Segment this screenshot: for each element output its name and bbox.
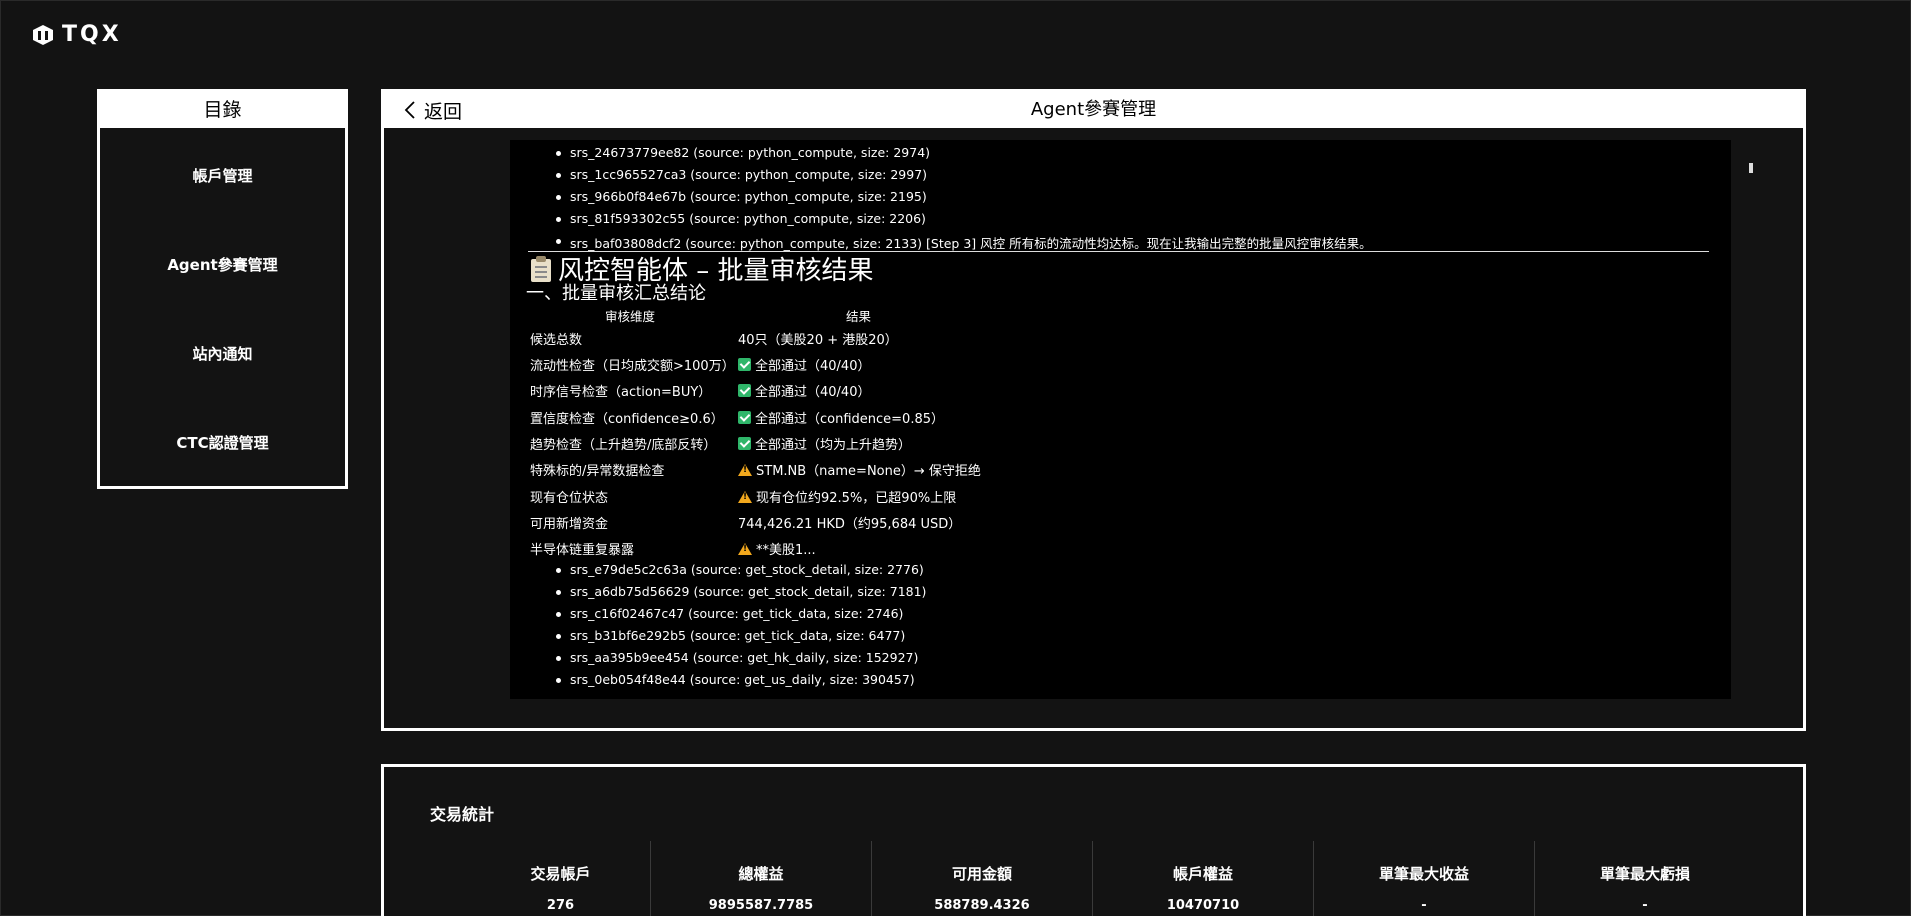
check-icon	[738, 384, 751, 397]
table-cell: 744,426.21 HKD（约95,684 USD）	[738, 517, 962, 532]
stats-value: 588789.4326	[934, 898, 1030, 913]
sidebar-title: 目錄	[100, 92, 345, 128]
stats-value: -	[1421, 898, 1427, 913]
stats-column: 帳戶權益 10470710	[1092, 841, 1313, 916]
list-item: srs_81f593302c55 (source: python_compute…	[556, 211, 926, 226]
table-cell: 现有仓位约92.5%，已超90%上限	[756, 491, 957, 506]
sidebar-item-account-management[interactable]: 帳戶管理	[100, 165, 345, 186]
table-row-value: 全部通过（40/40）	[738, 355, 870, 374]
sidebar-item-agent-competition[interactable]: Agent參賽管理	[100, 254, 345, 275]
scrollbar-thumb[interactable]	[1749, 163, 1753, 173]
back-label: 返回	[424, 100, 463, 123]
table-row-key: 置信度检查（confidence≥0.6）	[530, 412, 724, 427]
table-cell: 全部通过（confidence=0.85）	[755, 412, 945, 427]
stats-column: 可用金額 588789.4326	[871, 841, 1092, 916]
sidebar: 目錄 帳戶管理 Agent參賽管理 站內通知 CTC認證管理	[97, 89, 348, 489]
table-row-value: 744,426.21 HKD（约95,684 USD）	[738, 513, 961, 532]
table-row-value: **美股1...	[738, 539, 816, 558]
check-icon	[738, 437, 751, 450]
check-icon	[738, 358, 751, 371]
table-cell: 全部通过（40/40）	[755, 385, 871, 400]
table-row-key: 半导体链重复暴露	[530, 543, 635, 558]
sidebar-item-notifications[interactable]: 站內通知	[100, 343, 345, 364]
table-row-value: 全部通过（confidence=0.85）	[738, 408, 944, 427]
warning-icon	[738, 490, 752, 503]
table-row-value: STM.NB（name=None）→ 保守拒绝	[738, 460, 981, 479]
agent-competition-panel: 返回 Agent參賽管理 srs_24673779ee82 (source: p…	[381, 89, 1806, 731]
list-item: srs_24673779ee82 (source: python_compute…	[555, 145, 931, 160]
panel-header: 返回 Agent參賽管理	[384, 92, 1803, 128]
list-item: srs_1cc965527ca3 (source: python_compute…	[555, 167, 928, 182]
table-row-value: 现有仓位约92.5%，已超90%上限	[738, 487, 956, 506]
tqx-logo-icon	[33, 24, 53, 45]
stats-column: 單筆最大收益 -	[1313, 841, 1534, 916]
warning-icon	[738, 542, 752, 555]
chevron-left-icon	[404, 101, 415, 119]
list-item: srs_a6db75d56629 (source: get_stock_deta…	[555, 584, 927, 599]
stats-column: 交易帳戶 276	[450, 841, 671, 916]
table-header-dimension: 审核维度	[605, 309, 656, 324]
stats-column: 單筆最大虧損 -	[1534, 841, 1755, 916]
stats-label: 單筆最大虧損	[1599, 865, 1690, 883]
table-row-key: 时序信号检查（action=BUY）	[530, 385, 712, 400]
stats-value: 276	[546, 898, 575, 913]
table-row-key: 特殊标的/异常数据检查	[530, 464, 665, 479]
table-row-value: 全部通过（40/40）	[738, 381, 870, 400]
stats-label: 單筆最大收益	[1378, 865, 1469, 883]
agent-log-content[interactable]: srs_24673779ee82 (source: python_compute…	[510, 140, 1731, 699]
table-cell: 全部通过（40/40）	[755, 359, 871, 374]
table-cell: **美股1...	[756, 543, 816, 558]
back-button[interactable]: 返回	[404, 92, 462, 128]
warning-icon	[738, 463, 752, 476]
panel-title: Agent參賽管理	[1030, 99, 1157, 120]
table-row-key: 可用新增资金	[530, 517, 609, 532]
stats-label: 帳戶權益	[1172, 865, 1233, 883]
table-row-key: 流动性检查（日均成交额>100万）	[530, 359, 735, 374]
list-item: srs_e79de5c2c63a (source: get_stock_deta…	[556, 562, 924, 577]
brand-name: TQX	[62, 22, 122, 47]
stats-value: 9895587.7785	[708, 898, 814, 913]
stats-label: 交易帳戶	[530, 865, 591, 883]
stats-label: 可用金額	[951, 865, 1012, 883]
brand-logo[interactable]: TQX	[32, 22, 122, 47]
table-header-result: 结果	[846, 309, 872, 324]
list-item: srs_966b0f84e67b (source: python_compute…	[556, 189, 927, 204]
stats-value: 10470710	[1166, 898, 1240, 913]
table-cell: 全部通过（均为上升趋势）	[755, 438, 912, 453]
stats-value: -	[1642, 898, 1648, 913]
table-row-key: 趋势检查（上升趋势/底部反转）	[530, 438, 717, 453]
check-icon	[738, 411, 751, 424]
table-row-value: 40只（美股20 + 港股20）	[738, 329, 898, 348]
list-item: srs_aa395b9ee454 (source: get_hk_daily, …	[555, 650, 919, 665]
table-cell: 40只（美股20 + 港股20）	[738, 333, 898, 348]
stats-title: 交易統計	[430, 805, 495, 824]
clipboard-icon	[530, 255, 552, 282]
table-cell: STM.NB（name=None）→ 保守拒绝	[756, 464, 981, 479]
trading-stats-panel: 交易統計 交易帳戶 276 總權益 9895587.7785 可用金額 5887…	[381, 764, 1806, 916]
table-row-value: 全部通过（均为上升趋势）	[738, 434, 911, 453]
list-item: srs_b31bf6e292b5 (source: get_tick_data,…	[555, 628, 906, 643]
sidebar-item-ctc-certification[interactable]: CTC認證管理	[100, 432, 345, 453]
list-item: srs_c16f02467c47 (source: get_tick_data,…	[555, 606, 904, 621]
stats-label: 總權益	[738, 865, 784, 883]
list-item: srs_0eb054f48e44 (source: get_us_daily, …	[556, 672, 915, 687]
table-row-key: 候选总数	[530, 333, 583, 348]
table-row-key: 现有仓位状态	[530, 491, 609, 506]
stats-column: 總權益 9895587.7785	[650, 841, 871, 916]
summary-subheading: 一、批量审核汇总结论	[526, 283, 706, 304]
